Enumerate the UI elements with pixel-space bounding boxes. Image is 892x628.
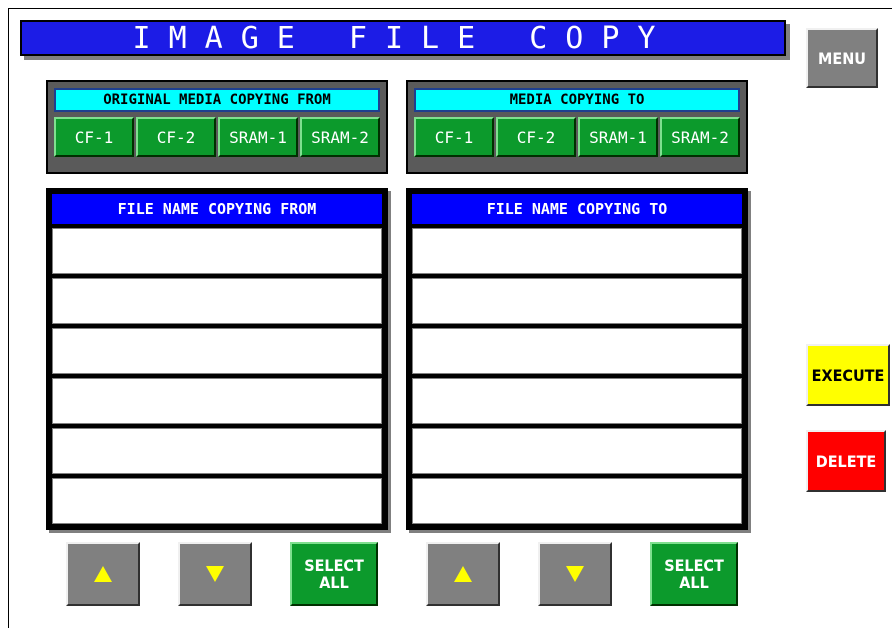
up-triangle-icon: [94, 566, 112, 582]
target-media-sram2-button[interactable]: SRAM-2: [660, 117, 740, 157]
target-select-all-button[interactable]: SELECT ALL: [650, 542, 738, 606]
source-scroll-down-button[interactable]: [178, 542, 252, 606]
target-media-buttons: CF-1 CF-2 SRAM-1 SRAM-2: [414, 117, 740, 157]
source-media-panel: ORIGINAL MEDIA COPYING FROM CF-1 CF-2 SR…: [46, 80, 388, 174]
source-scroll-up-button[interactable]: [66, 542, 140, 606]
target-scroll-down-button[interactable]: [538, 542, 612, 606]
down-triangle-icon: [206, 566, 224, 582]
target-file-row[interactable]: [412, 478, 742, 524]
target-scroll-up-button[interactable]: [426, 542, 500, 606]
source-file-panel: FILE NAME COPYING FROM: [46, 188, 388, 530]
target-media-header: MEDIA COPYING TO: [414, 88, 740, 112]
source-media-cf1-button[interactable]: CF-1: [54, 117, 134, 157]
source-media-header: ORIGINAL MEDIA COPYING FROM: [54, 88, 380, 112]
target-file-row[interactable]: [412, 328, 742, 374]
delete-button[interactable]: DELETE: [806, 430, 886, 492]
target-file-panel: FILE NAME COPYING TO: [406, 188, 748, 530]
target-file-row[interactable]: [412, 378, 742, 424]
target-media-cf2-button[interactable]: CF-2: [496, 117, 576, 157]
source-media-cf2-button[interactable]: CF-2: [136, 117, 216, 157]
source-media-sram1-button[interactable]: SRAM-1: [218, 117, 298, 157]
source-media-sram2-button[interactable]: SRAM-2: [300, 117, 380, 157]
source-file-row[interactable]: [52, 428, 382, 474]
execute-button[interactable]: EXECUTE: [806, 344, 890, 406]
source-file-row[interactable]: [52, 328, 382, 374]
target-file-row[interactable]: [412, 428, 742, 474]
target-file-header: FILE NAME COPYING TO: [412, 194, 742, 224]
up-triangle-icon: [454, 566, 472, 582]
target-file-row[interactable]: [412, 228, 742, 274]
source-file-row[interactable]: [52, 278, 382, 324]
source-media-buttons: CF-1 CF-2 SRAM-1 SRAM-2: [54, 117, 380, 157]
target-media-panel: MEDIA COPYING TO CF-1 CF-2 SRAM-1 SRAM-2: [406, 80, 748, 174]
target-media-cf1-button[interactable]: CF-1: [414, 117, 494, 157]
source-file-row[interactable]: [52, 228, 382, 274]
source-file-row[interactable]: [52, 378, 382, 424]
target-file-list: [412, 228, 742, 524]
source-file-row[interactable]: [52, 478, 382, 524]
target-media-sram1-button[interactable]: SRAM-1: [578, 117, 658, 157]
down-triangle-icon: [566, 566, 584, 582]
page-title: IMAGE FILE COPY: [20, 20, 786, 56]
target-file-row[interactable]: [412, 278, 742, 324]
source-file-list: [52, 228, 382, 524]
source-select-all-button[interactable]: SELECT ALL: [290, 542, 378, 606]
menu-button[interactable]: MENU: [806, 28, 878, 88]
source-file-header: FILE NAME COPYING FROM: [52, 194, 382, 224]
